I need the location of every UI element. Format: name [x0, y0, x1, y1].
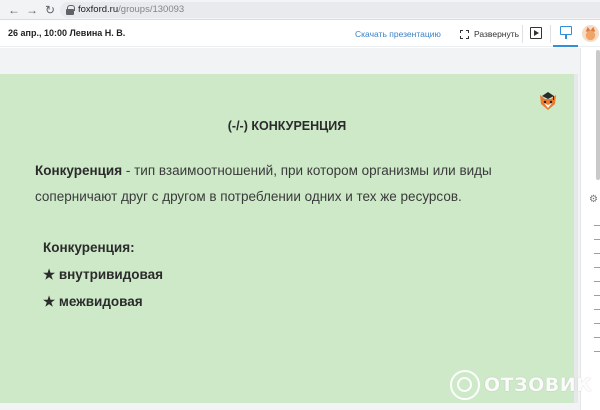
download-presentation-link[interactable]: Скачать презентацию	[355, 29, 441, 39]
list-item: ★ внутривидовая	[43, 267, 164, 282]
browser-toolbar: ← → ↻ foxford.ru/groups/130093	[0, 0, 600, 20]
watermark: ОТЗОВИК	[450, 368, 592, 402]
expand-button[interactable]: Развернуть	[460, 26, 519, 42]
address-bar[interactable]: foxford.ru/groups/130093	[60, 2, 600, 18]
list-heading: Конкуренция:	[43, 240, 135, 255]
active-tab-indicator	[553, 45, 578, 47]
play-icon[interactable]	[530, 27, 542, 39]
lock-icon	[66, 5, 75, 15]
scrollbar[interactable]	[596, 50, 600, 180]
slide-edge	[574, 74, 578, 403]
forward-arrow-icon[interactable]: →	[24, 2, 40, 18]
header-divider	[550, 25, 551, 43]
definition-term: Конкуренция	[35, 163, 123, 178]
back-arrow-icon[interactable]: ←	[6, 2, 22, 18]
user-avatar[interactable]	[581, 24, 600, 43]
expand-label: Развернуть	[474, 29, 520, 39]
settings-icon[interactable]: ⚙	[589, 194, 598, 205]
slide-title: (-/-) КОНКУРЕНЦИЯ	[227, 119, 347, 133]
url-path: /groups/130093	[118, 4, 185, 15]
reload-icon[interactable]: ↻	[42, 2, 58, 18]
header-divider	[522, 25, 523, 43]
list-item: ★ межвидовая	[43, 294, 143, 309]
url-text: foxford.ru/groups/130093	[78, 4, 184, 15]
watermark-text: ОТЗОВИК	[484, 374, 593, 396]
whiteboard-icon[interactable]	[560, 26, 572, 39]
side-panel-lines	[594, 225, 600, 365]
expand-icon	[460, 29, 469, 39]
lesson-header: 26 апр., 10:00 Левина Н. В. Скачать през…	[0, 21, 600, 47]
watermark-logo-icon	[450, 370, 480, 400]
definition-text: Конкуренция - тип взаимоотношений, при к…	[35, 158, 555, 210]
fox-logo-icon	[540, 92, 556, 110]
url-host: foxford.ru	[78, 4, 119, 15]
lesson-info: 26 апр., 10:00 Левина Н. В.	[8, 28, 126, 38]
